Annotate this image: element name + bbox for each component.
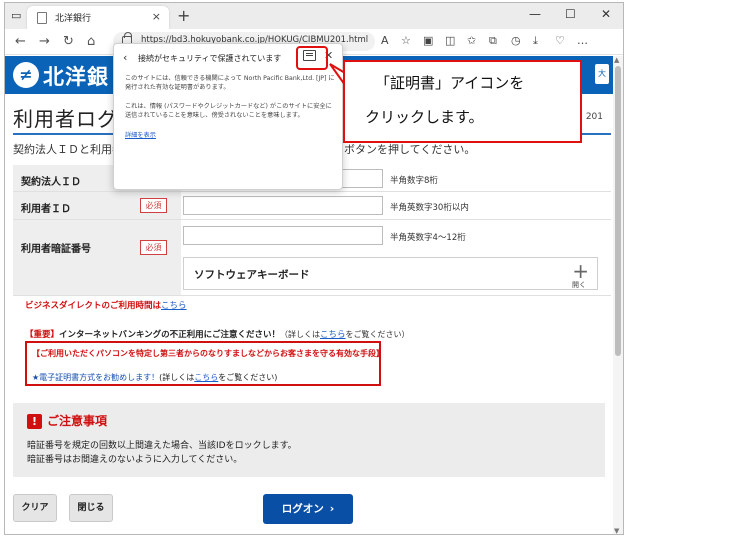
show-details-link[interactable]: 詳細を表示 xyxy=(125,130,156,139)
home-icon[interactable]: ⌂ xyxy=(87,34,95,49)
important-link[interactable]: こちら xyxy=(320,330,346,340)
screen-code: 201 xyxy=(585,112,603,122)
tab-actions-icon[interactable]: ▭ xyxy=(11,9,21,22)
close-button[interactable]: 閉じる xyxy=(69,494,113,522)
cert-paren-close: をご覧ください) xyxy=(218,373,278,382)
important-prefix: 【重要】 xyxy=(25,330,60,340)
business-hours-notice: ビジネスダイレクトのご利用時間はこちら xyxy=(25,299,187,311)
favorite-star-icon[interactable]: ☆ xyxy=(401,34,411,47)
page-scrollbar[interactable]: ▲ ▼ xyxy=(613,56,623,534)
certificate-icon-highlight xyxy=(296,46,328,70)
user-id-label: 利用者ＩＤ xyxy=(21,204,71,215)
window-close-button[interactable]: ✕ xyxy=(601,7,611,21)
chevron-right-icon: › xyxy=(329,502,335,515)
password-label: 利用者暗証番号 xyxy=(21,244,91,255)
cert-recommend-text: ★電子証明書方式をお勧めします！ xyxy=(32,373,160,382)
split-screen-icon[interactable]: ◫ xyxy=(445,34,455,47)
user-id-label-cell: 利用者ＩＤ 必須 xyxy=(13,192,181,219)
user-id-hint: 半角英数字30桁以内 xyxy=(390,203,469,213)
popup-paragraph-1: このサイトには、信頼できる機関によって North Pacific Bank,L… xyxy=(125,75,335,91)
scrollbar-thumb[interactable] xyxy=(615,66,621,356)
logon-label: ログオン xyxy=(281,503,324,515)
exclamation-icon: ! xyxy=(27,414,42,429)
instruction-end: ボタンを押してください。 xyxy=(344,143,476,156)
required-badge: 必須 xyxy=(140,198,167,213)
annotation-callout: 「証明書」アイコンを クリックします。 xyxy=(343,60,582,143)
password-input[interactable] xyxy=(183,226,383,245)
more-menu-icon[interactable]: … xyxy=(577,34,588,47)
bank-logo-icon: ≠ xyxy=(13,62,39,88)
browser-essentials-icon[interactable]: ♡ xyxy=(555,34,565,47)
caution-panel: ! ご注意事項 暗証番号を規定の回数以上間違えた場合、当該IDをロックします。 … xyxy=(13,403,605,477)
instruction-start: 契約法人ＩＤと利用者 xyxy=(13,143,123,156)
extension-icon[interactable]: ▣ xyxy=(423,34,433,47)
back-icon[interactable]: ← xyxy=(15,34,26,49)
tab-strip: ▭ 北洋銀行 × + — ☐ ✕ xyxy=(5,3,623,29)
refresh-icon[interactable]: ↻ xyxy=(63,34,74,49)
certificate-warning-box: 【ご利用いただくパソコンを特定し第三者からのなりすましなどからお客さまを守る有効… xyxy=(25,341,384,386)
warning-line: 【ご利用いただくパソコンを特定し第三者からのなりすましなどからお客さまを守る有効… xyxy=(32,349,384,358)
cert-paren-open: (詳しくは xyxy=(159,373,195,382)
fraud-notice: 【重要】インターネットバンキングの不正利用にご注意ください！（詳しくはこちらをご… xyxy=(25,328,410,340)
downloads-icon[interactable]: ⤓ xyxy=(533,34,538,48)
page-icon xyxy=(37,12,47,24)
software-keyboard-open-label: 開く xyxy=(572,281,586,289)
hours-text: ビジネスダイレクトのご利用時間は xyxy=(25,301,162,311)
important-paren-close: をご覧ください） xyxy=(345,330,410,339)
popup-heading: 接続がセキュリティで保護されています xyxy=(138,54,282,63)
logon-button[interactable]: ログオン › xyxy=(263,494,353,524)
clear-button[interactable]: クリア xyxy=(13,494,57,522)
page-title: 利用者ログ xyxy=(13,107,118,131)
required-badge: 必須 xyxy=(140,240,167,255)
instruction-text: 契約法人ＩＤと利用者 ボタンを押してください。 xyxy=(13,141,475,157)
password-hint: 半角英数字4～12桁 xyxy=(390,233,466,243)
caution-line-2: 暗証番号はお間違えのないように入力してください。 xyxy=(27,455,243,465)
forward-icon[interactable]: → xyxy=(39,34,50,49)
collections-icon[interactable]: ⧉ xyxy=(489,34,497,48)
important-text: インターネットバンキングの不正利用にご注意ください！ xyxy=(59,330,281,340)
software-keyboard-label: ソフトウェアキーボード xyxy=(194,269,310,281)
favorites-icon[interactable]: ✩ xyxy=(467,34,476,47)
new-tab-button[interactable]: + xyxy=(177,6,190,25)
scroll-up-icon[interactable]: ▲ xyxy=(614,56,619,64)
read-aloud-icon[interactable]: A xyxy=(381,34,389,47)
bank-name: 北洋銀 xyxy=(43,65,109,89)
password-label-cell: 利用者暗証番号 必須 xyxy=(13,220,181,295)
tab-title: 北洋銀行 xyxy=(55,14,92,24)
important-paren-open: （詳しくは xyxy=(280,330,321,339)
browser-tab[interactable]: 北洋銀行 × xyxy=(27,6,169,29)
cert-recommend-line: ★電子証明書方式をお勧めします！(詳しくはこちらをご覧ください) xyxy=(32,372,277,383)
minimize-button[interactable]: — xyxy=(529,7,541,21)
password-row: 利用者暗証番号 必須 半角英数字4～12桁 ソフトウェアキーボード + 開く xyxy=(13,220,611,296)
caution-heading: ご注意事項 xyxy=(47,414,108,428)
popup-paragraph-2: これは、情報 (パスワードやクレジットカードなど) がこのサイトに安全に送信され… xyxy=(125,103,332,119)
history-icon[interactable]: ◷ xyxy=(511,34,521,47)
software-keyboard-button[interactable]: ソフトウェアキーボード + 開く xyxy=(183,257,598,290)
tab-close-icon[interactable]: × xyxy=(152,10,161,23)
annotation-line-2: クリックします。 xyxy=(365,108,484,126)
user-id-row: 利用者ＩＤ 必須 半角英数字30桁以内 xyxy=(13,192,611,220)
hours-link[interactable]: こちら xyxy=(161,301,187,311)
corporate-id-hint: 半角数字8桁 xyxy=(390,176,438,186)
annotation-line-1: 「証明書」アイコンを xyxy=(375,74,525,92)
caution-line-1: 暗証番号を規定の回数以上間違えた場合、当該IDをロックします。 xyxy=(27,441,297,451)
scroll-down-icon[interactable]: ▼ xyxy=(614,527,619,534)
maximize-button[interactable]: ☐ xyxy=(565,7,576,21)
user-id-input[interactable] xyxy=(183,196,383,215)
cert-link[interactable]: こちら xyxy=(194,373,218,382)
back-chevron-icon[interactable]: ‹ xyxy=(123,51,127,64)
font-size-button[interactable]: 大 xyxy=(595,64,609,84)
corporate-id-label: 契約法人ＩＤ xyxy=(21,177,81,188)
